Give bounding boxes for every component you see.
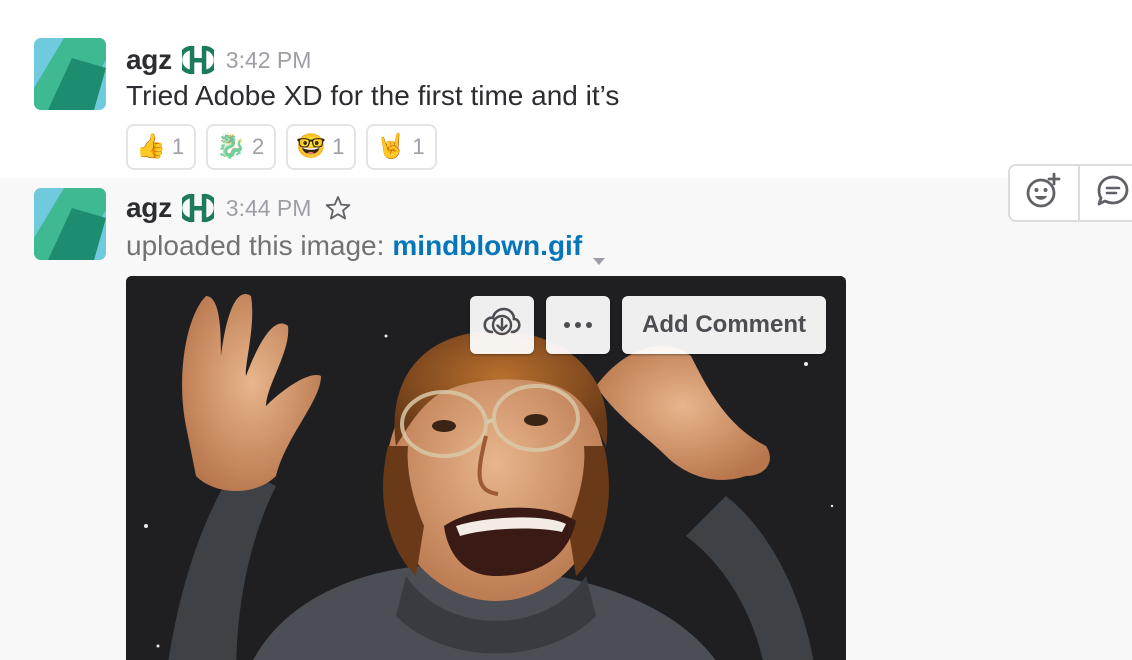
- avatar[interactable]: [34, 38, 106, 110]
- start-thread-icon: [1095, 173, 1131, 214]
- author-name[interactable]: agz: [126, 192, 172, 224]
- cloud-download-icon: [482, 306, 522, 345]
- reaction-count: 1: [171, 134, 185, 159]
- h-status-icon: [177, 192, 219, 224]
- file-link[interactable]: mindblown.gif: [392, 230, 582, 262]
- reactions-bar: 👍 1 🐉 2 🤓 1 🤘 1: [126, 124, 437, 170]
- message-hover-actions: [1008, 164, 1132, 222]
- ellipsis-icon: [562, 316, 594, 334]
- upload-prefix: uploaded this image:: [126, 230, 385, 261]
- add-comment-button[interactable]: Add Comment: [622, 296, 826, 354]
- reaction-count: 1: [412, 134, 425, 159]
- download-button[interactable]: [470, 296, 534, 354]
- image-preview[interactable]: Add Comment: [126, 276, 846, 660]
- reaction-count: 1: [332, 134, 345, 159]
- upload-line: uploaded this image: mindblown.gif: [126, 230, 606, 265]
- message-1: agz 3:42 PM Tried Adobe XD for the first…: [0, 0, 1132, 178]
- message-header: agz 3:44 PM: [126, 188, 351, 228]
- more-actions-button[interactable]: [546, 296, 610, 354]
- add-reaction-button[interactable]: [1010, 166, 1078, 220]
- h-status-icon: [177, 44, 219, 76]
- chevron-down-icon[interactable]: [592, 241, 606, 265]
- dragon-icon: 🐉: [216, 133, 247, 160]
- add-reaction-icon: [1024, 171, 1064, 216]
- star-icon[interactable]: [325, 195, 351, 221]
- author-name[interactable]: agz: [126, 44, 172, 76]
- message-text: Tried Adobe XD for the first time and it…: [126, 80, 620, 111]
- reaction-thumbs-up[interactable]: 👍 1: [126, 124, 197, 170]
- timestamp[interactable]: 3:44 PM: [226, 195, 312, 222]
- message-header: agz 3:42 PM: [126, 40, 311, 80]
- avatar[interactable]: [34, 188, 106, 260]
- timestamp[interactable]: 3:42 PM: [226, 47, 312, 74]
- thumbs-up-icon: 👍: [136, 133, 166, 160]
- start-thread-button[interactable]: [1078, 166, 1132, 220]
- reaction-nerd-face[interactable]: 🤓 1: [286, 124, 357, 170]
- message-2: agz 3:44 PM uploaded this image: mindblo…: [0, 178, 1132, 660]
- nerd-face-icon: 🤓: [296, 133, 327, 160]
- reaction-dragon[interactable]: 🐉 2: [206, 124, 277, 170]
- reaction-rock-on[interactable]: 🤘 1: [366, 124, 437, 170]
- reaction-count: 2: [252, 134, 265, 159]
- rock-on-hand-icon: 🤘: [376, 133, 407, 160]
